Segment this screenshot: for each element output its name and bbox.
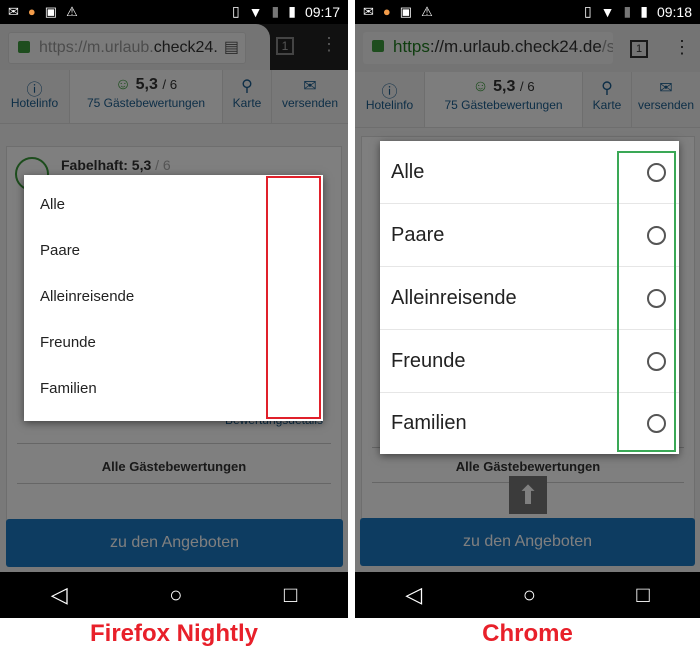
recents-icon[interactable]: □ <box>636 582 649 608</box>
caption-firefox: Firefox Nightly <box>89 620 258 647</box>
warning-icon: ⚠ <box>66 4 78 19</box>
android-icon: ▣ <box>399 4 413 19</box>
wifi-icon: ▼ <box>600 3 615 20</box>
firefox-screenshot: ✉●▣⚠ ▯▼▮▮09:17 https://m.urlaub.check24.… <box>0 0 348 618</box>
no-sim-icon: ▮ <box>271 3 280 19</box>
recents-icon[interactable]: □ <box>284 582 297 608</box>
vibrate-icon: ▯ <box>583 3 592 19</box>
android-icon: ▣ <box>44 4 58 19</box>
caption-chrome: Chrome <box>482 620 573 647</box>
battery-icon: ▮ <box>288 3 296 19</box>
status-bar: ✉ ● ▣ ⚠ ▯ ▼ ▮ ▮ 09:18 <box>355 0 700 24</box>
battery-icon: ▮ <box>640 3 648 19</box>
clock: 09:18 <box>656 3 692 20</box>
back-icon[interactable]: ◁ <box>405 582 422 608</box>
no-sim-icon: ▮ <box>623 3 632 19</box>
status-bar: ✉ ● ▣ ⚠ ▯ ▼ ▮ ▮ 09:17 <box>0 0 348 24</box>
back-icon[interactable]: ◁ <box>51 582 68 608</box>
home-icon[interactable]: ○ <box>169 582 182 608</box>
gmail-icon: ✉ <box>8 4 19 19</box>
cpu-icon: ● <box>27 4 36 19</box>
cpu-icon: ● <box>382 4 391 19</box>
select-dialog: Alle Paare Alleinreisende Freunde Famili… <box>24 175 323 421</box>
clock: 09:17 <box>304 3 340 20</box>
chrome-screenshot: ✉●▣⚠ ▯▼▮▮09:18 https://m.urlaub.check24.… <box>355 0 700 618</box>
gmail-icon: ✉ <box>363 4 374 19</box>
warning-icon: ⚠ <box>421 4 433 19</box>
home-icon[interactable]: ○ <box>523 582 536 608</box>
wifi-icon: ▼ <box>248 3 263 20</box>
android-nav-bar: ◁ ○ □ <box>0 572 348 618</box>
android-nav-bar: ◁ ○ □ <box>355 572 700 618</box>
highlight-box <box>617 151 676 452</box>
vibrate-icon: ▯ <box>231 3 240 19</box>
select-dialog: Alle Paare Alleinreisende Freunde Famili… <box>380 141 679 454</box>
highlight-box <box>266 176 321 419</box>
